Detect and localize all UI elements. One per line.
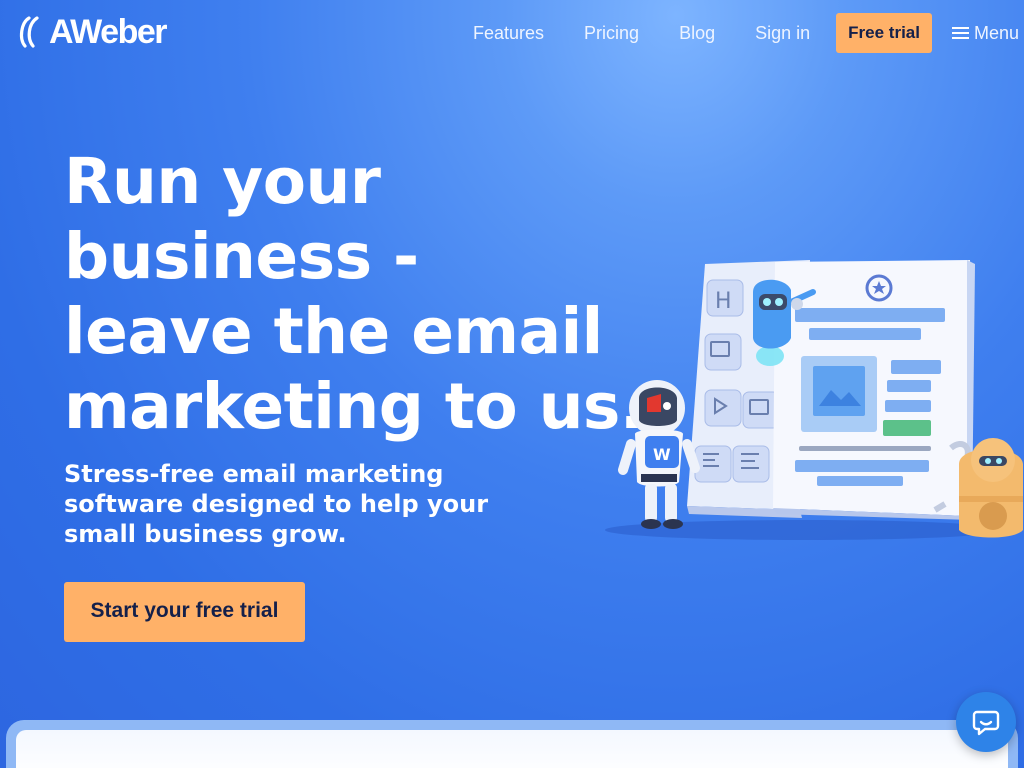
hero-title: Run your business - leave the email mark… — [64, 144, 644, 444]
nav-blog[interactable]: Blog — [659, 13, 735, 53]
standing-robot: W — [618, 380, 700, 529]
hamburger-icon — [951, 27, 969, 39]
nav-features[interactable]: Features — [453, 13, 564, 53]
hero-title-line: leave the email — [64, 295, 603, 368]
menu-button[interactable]: Menu — [951, 22, 1019, 44]
chat-icon — [972, 710, 1000, 736]
logo-text: AWeber — [49, 13, 167, 51]
heading-tile-label: H — [715, 289, 732, 314]
aweber-logo-icon — [19, 16, 39, 48]
hero-illustration: H W — [605, 260, 1023, 540]
hero-subtitle: Stress-free email marketing software des… — [64, 460, 489, 548]
hero-title-line: business - — [64, 220, 419, 293]
site-header: AWeber Features Pricing Blog Sign in Fre… — [0, 0, 1024, 64]
bottom-card — [16, 730, 1008, 768]
chat-button[interactable] — [956, 692, 1016, 752]
menu-label: Menu — [973, 22, 1019, 43]
main-nav: Features Pricing Blog Sign in Free trial… — [453, 13, 1019, 53]
nav-pricing[interactable]: Pricing — [564, 13, 659, 53]
aweber-logo[interactable]: AWeber — [15, 13, 167, 51]
nav-sign-in[interactable]: Sign in — [735, 13, 830, 53]
free-trial-button[interactable]: Free trial — [836, 13, 932, 53]
start-free-trial-button[interactable]: Start your free trial — [64, 582, 305, 642]
svg-text:W: W — [653, 445, 671, 464]
hero-title-line: marketing to us. — [64, 370, 644, 443]
hero-title-line: Run your — [64, 145, 381, 218]
